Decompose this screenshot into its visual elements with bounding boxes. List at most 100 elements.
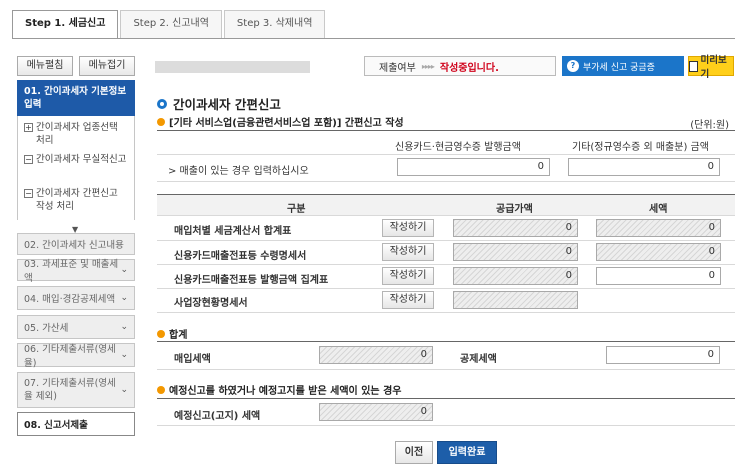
section-title-text: 예정신고를 하였거나 예정고지를 받은 세액이 있는 경우 xyxy=(169,386,402,397)
sidebar-item-basic-info[interactable]: 01. 간이과세자 기본정보 입력 xyxy=(17,80,135,116)
sidebar-submenu: + 간이과세자 업종선택 처리 − 간이과세자 무실적신고 − 간이과세자 간편… xyxy=(17,116,135,220)
other-sales-input[interactable]: 0 xyxy=(568,158,720,176)
divider xyxy=(157,215,735,216)
sidebar-item-label: 08. 신고서제출 xyxy=(24,420,88,431)
deduction-label: 공제세액 xyxy=(460,354,497,365)
subitem-label: 간이과세자 무실적신고 xyxy=(36,154,127,165)
page-title-text: 간이과세자 간편신고 xyxy=(173,97,281,112)
divider xyxy=(157,264,735,265)
tab-divider xyxy=(12,38,735,39)
title-bullet-icon xyxy=(157,98,167,109)
subitem-label: 간이과세자 간편신고 작성 처리 xyxy=(36,188,118,212)
tax-tax-invoice: 0 xyxy=(596,219,721,237)
unit-label: (단위:원) xyxy=(690,120,729,131)
header-category: 구분 xyxy=(287,204,306,215)
preliminary-label: 예정신고(고지) 세액 xyxy=(174,411,261,422)
supply-card-received: 0 xyxy=(453,243,578,261)
faq-button[interactable]: ? 부가세 신고 궁금증 xyxy=(562,56,684,76)
table-top-border xyxy=(157,130,735,131)
status-label: 제출여부 xyxy=(379,62,416,74)
write-button-card-received[interactable]: 작성하기 xyxy=(382,243,434,261)
divider xyxy=(157,240,735,241)
submit-input-button[interactable]: 입력완료 xyxy=(437,441,497,464)
row-label-business-status: 사업장현황명세서 xyxy=(174,298,248,309)
bullet-icon xyxy=(157,385,165,394)
tax-card-received: 0 xyxy=(596,243,721,261)
status-state: 작성중입니다. xyxy=(439,62,499,74)
chevron-down-icon: ⌄ xyxy=(120,265,128,275)
sidebar-item-tax-base[interactable]: 03. 과세표준 및 매출세액 ⌄ xyxy=(17,259,135,284)
subitem-business-type[interactable]: + 간이과세자 업종선택 처리 xyxy=(24,121,128,153)
menu-collapse-button[interactable]: 메뉴접기 xyxy=(79,56,135,76)
divider xyxy=(157,312,735,313)
write-button-tax-invoice[interactable]: 작성하기 xyxy=(382,219,434,237)
preliminary-value: 0 xyxy=(319,403,433,421)
col-other-header: 기타(정규영수증 외 매출분) 금액 xyxy=(572,142,709,153)
sidebar-item-label: 02. 간이과세자 신고내용 xyxy=(24,240,124,251)
purchase-tax-label: 매입세액 xyxy=(174,354,211,365)
faq-label: 부가세 신고 궁금증 xyxy=(583,62,655,73)
deduction-input[interactable]: 0 xyxy=(606,346,720,364)
collapse-box-icon: − xyxy=(24,189,33,198)
sidebar-item-purchase[interactable]: 04. 매입·경감공제세액 ⌄ xyxy=(17,286,135,310)
bullet-icon xyxy=(157,329,165,338)
row-label-tax-invoice: 매입처별 세금계산서 합계표 xyxy=(174,226,292,237)
sidebar-item-other-docs[interactable]: 07. 기타제출서류(영세율 제외) ⌄ xyxy=(17,372,135,408)
page-title: 간이과세자 간편신고 xyxy=(157,94,281,113)
sidebar-item-report-content[interactable]: 02. 간이과세자 신고내용 xyxy=(17,233,135,255)
sidebar-item-label: 01. 간이과세자 기본정보 입력 xyxy=(24,86,127,110)
sidebar-item-label: 05. 가산세 xyxy=(24,323,69,334)
row-label-card-issued: 신용카드매출전표등 발행금액 집계표 xyxy=(174,275,329,286)
divider xyxy=(157,288,735,289)
sidebar-item-label: 03. 과세표준 및 매출세액 xyxy=(24,259,119,284)
sidebar-toggle-group: 메뉴펼침 메뉴접기 xyxy=(17,56,135,76)
sidebar-item-penalty[interactable]: 05. 가산세 ⌄ xyxy=(17,315,135,339)
menu-expand-button[interactable]: 메뉴펼침 xyxy=(17,56,73,76)
divider xyxy=(157,181,735,182)
chevron-down-icon: ⌄ xyxy=(120,384,128,395)
tax-card-issued-input[interactable]: 0 xyxy=(596,267,721,285)
sales-row-label: > 매출이 있는 경우 입력하십시오 xyxy=(168,166,309,177)
subitem-simple-report[interactable]: − 간이과세자 간편신고 작성 처리 xyxy=(24,187,128,217)
tab-step1[interactable]: Step 1. 세금신고 xyxy=(12,10,119,39)
purchase-tax-value: 0 xyxy=(319,346,433,364)
subitem-label: 간이과세자 업종선택 처리 xyxy=(36,122,118,146)
taxpayer-info-bar xyxy=(155,61,310,73)
sidebar-item-submit[interactable]: 08. 신고서제출 xyxy=(17,412,135,436)
section-title-total: 합계 xyxy=(157,326,187,341)
divider xyxy=(157,369,735,370)
write-button-business-status[interactable]: 작성하기 xyxy=(382,291,434,309)
collapse-box-icon: − xyxy=(24,155,33,164)
table-top-border xyxy=(157,398,735,399)
sidebar-item-label: 07. 기타제출서류(영세율 제외) xyxy=(24,378,116,402)
sidebar-item-zero-rate[interactable]: 06. 기타제출서류(영세율) ⌄ xyxy=(17,343,135,369)
supply-card-issued: 0 xyxy=(453,267,578,285)
preview-button[interactable]: 미리보기 xyxy=(688,55,734,80)
section-title-text: [기타 서비스업(금융관련서비스업 포함)] 간편신고 작성 xyxy=(169,118,404,129)
chevron-down-icon: ⌄ xyxy=(120,322,128,332)
tab-step3[interactable]: Step 3. 삭제내역 xyxy=(223,10,326,38)
section-title-text: 합계 xyxy=(169,330,188,341)
supply-business-status xyxy=(453,291,578,309)
submission-status: 제출여부 ▸▸▸▸ 작성중입니다. xyxy=(364,56,556,76)
chevron-down-icon: ⌄ xyxy=(120,350,128,360)
preview-label: 미리보기 xyxy=(700,55,727,80)
step-tabs: Step 1. 세금신고 Step 2. 신고내역 Step 3. 삭제내역 xyxy=(12,10,327,39)
write-button-card-issued[interactable]: 작성하기 xyxy=(382,267,434,285)
card-sales-input[interactable]: 0 xyxy=(397,158,550,176)
section-title-service: [기타 서비스업(금융관련서비스업 포함)] 간편신고 작성 xyxy=(157,114,404,129)
header-tax: 세액 xyxy=(649,204,668,215)
bullet-icon xyxy=(157,117,165,126)
sidebar-item-label: 04. 매입·경감공제세액 xyxy=(24,294,116,305)
table-top-border xyxy=(157,341,735,342)
document-icon xyxy=(689,60,698,72)
chevron-down-icon: ⌄ xyxy=(120,293,128,303)
row-label-card-received: 신용카드매출전표등 수령명세서 xyxy=(174,251,307,262)
col-card-header: 신용카드·현금영수증 발행금액 xyxy=(395,142,521,153)
expand-box-icon: + xyxy=(24,123,33,132)
subitem-no-performance[interactable]: − 간이과세자 무실적신고 xyxy=(24,153,128,187)
divider xyxy=(157,154,735,155)
tab-step2[interactable]: Step 2. 신고내역 xyxy=(120,10,222,38)
prev-button[interactable]: 이전 xyxy=(395,441,433,464)
question-icon: ? xyxy=(567,60,579,72)
